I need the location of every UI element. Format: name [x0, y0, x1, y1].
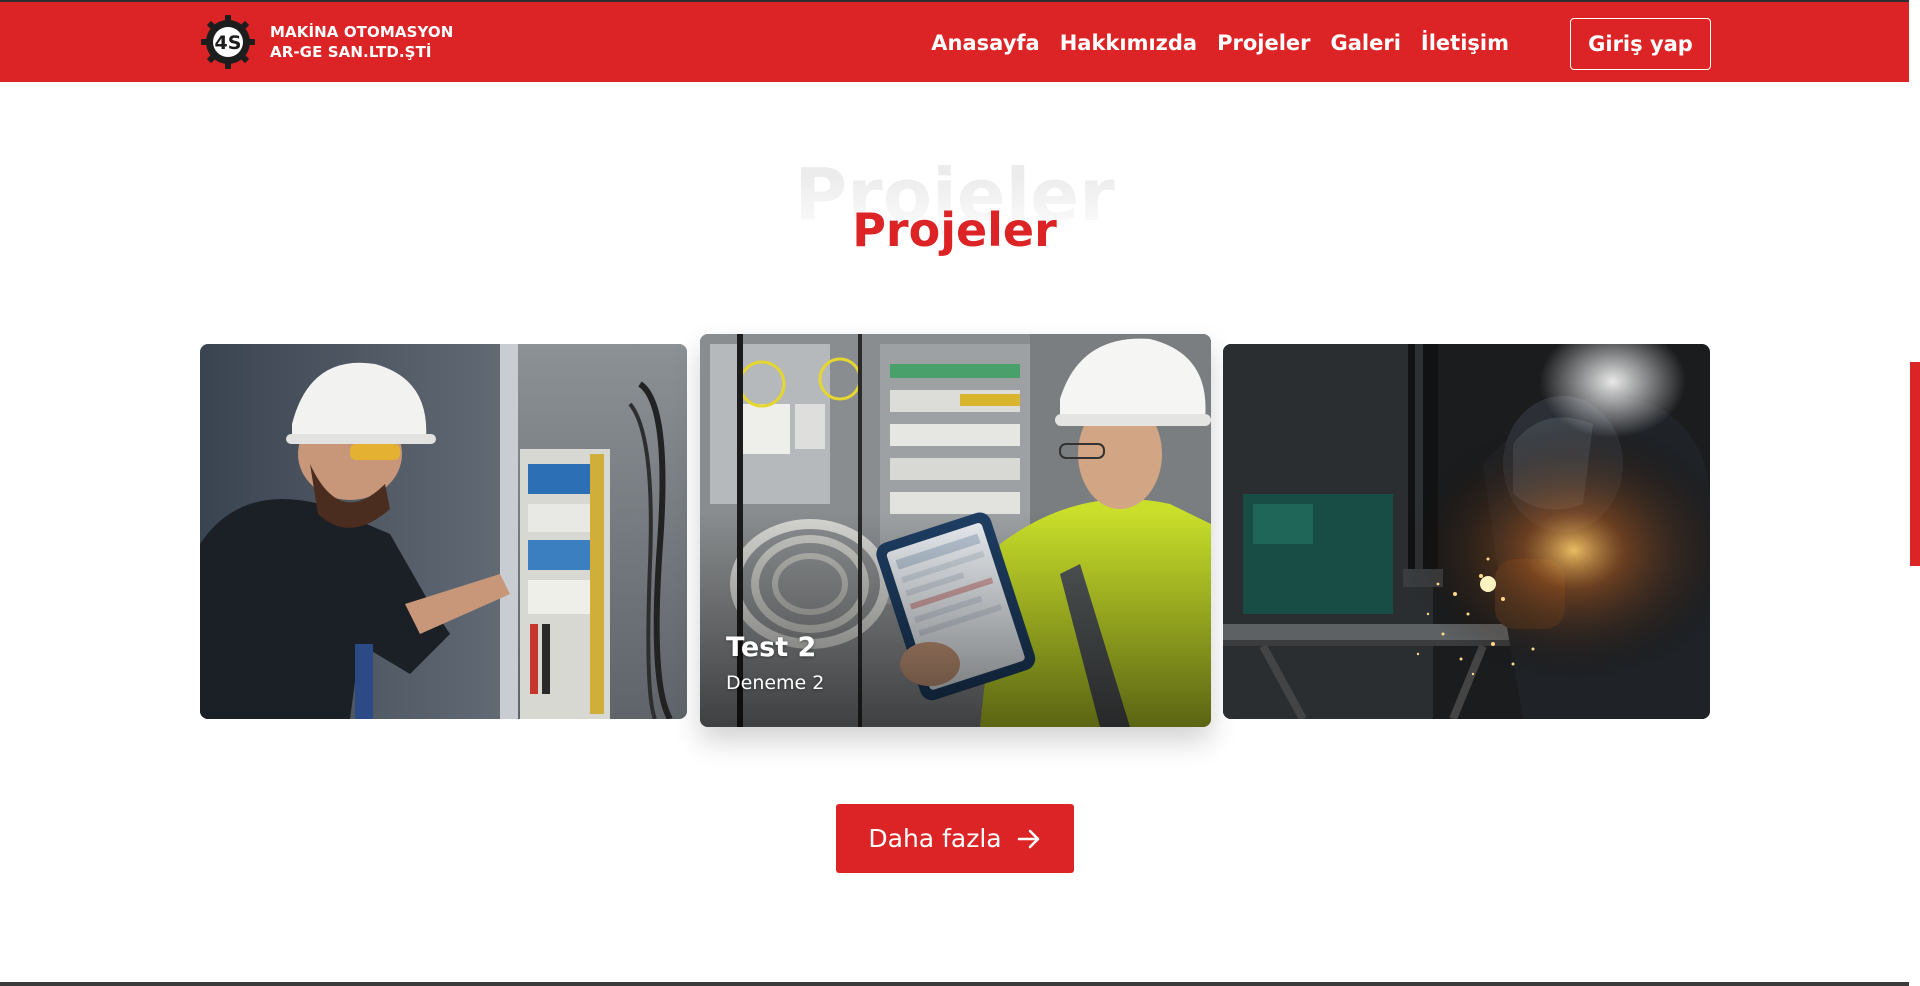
nav-link-projects[interactable]: Projeler	[1217, 28, 1310, 58]
brand-logo-link[interactable]: 4S MAKİNA OTOMASYON AR-GE SAN.LTD.ŞTİ	[200, 14, 453, 70]
project-card-1[interactable]	[200, 344, 687, 719]
brand-line-2: AR-GE SAN.LTD.ŞTİ	[270, 43, 432, 61]
card-caption: Test 2 Deneme 2	[726, 631, 824, 697]
card-subtitle: Deneme 2	[726, 672, 825, 694]
electrician-panel-photo	[200, 344, 687, 719]
project-card-3[interactable]	[1223, 344, 1710, 719]
arrow-right-icon	[1017, 829, 1039, 848]
nav-link-gallery[interactable]: Galeri	[1331, 28, 1401, 58]
top-navbar: 4S MAKİNA OTOMASYON AR-GE SAN.LTD.ŞTİ An…	[0, 0, 1909, 82]
card-title: Test 2	[726, 632, 817, 663]
nav-link-home[interactable]: Anasayfa	[931, 28, 1039, 58]
projects-section-header: Projeler Projeler	[0, 140, 1909, 280]
brand-name: MAKİNA OTOMASYON AR-GE SAN.LTD.ŞTİ	[270, 22, 453, 62]
section-title: Projeler	[852, 203, 1057, 257]
main-nav: Anasayfa Hakkımızda Projeler Galeri İlet…	[931, 28, 1509, 58]
logo-text: 4S	[215, 32, 242, 54]
scrollbar-thumb[interactable]	[1910, 362, 1920, 566]
brand-line-1: MAKİNA OTOMASYON	[270, 23, 454, 41]
nav-link-contact[interactable]: İletişim	[1421, 28, 1509, 58]
login-button[interactable]: Giriş yap	[1570, 18, 1711, 70]
project-card-2[interactable]: Test 2 Deneme 2	[700, 334, 1211, 727]
page-bottom-edge	[0, 982, 1909, 986]
more-projects-button[interactable]: Daha fazla	[836, 804, 1074, 873]
nav-link-about[interactable]: Hakkımızda	[1060, 28, 1197, 58]
more-button-label: Daha fazla	[868, 824, 1002, 853]
welder-sparks-photo	[1223, 344, 1710, 719]
gear-icon: 4S	[201, 15, 255, 69]
